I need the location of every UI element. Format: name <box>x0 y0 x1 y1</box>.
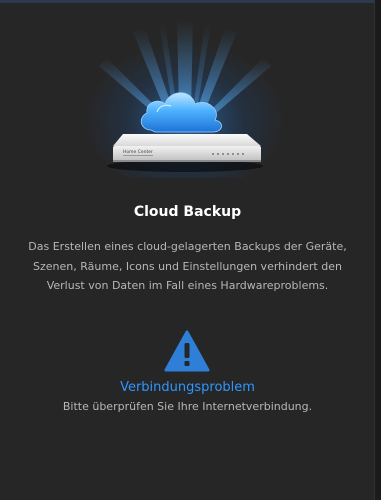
description-text: Das Erstellen eines cloud-gelagerten Bac… <box>28 240 347 292</box>
warning-triangle-icon <box>164 330 210 372</box>
panel-edge-divider <box>374 0 381 500</box>
cloud-backup-illustration: Home Center <box>85 20 285 178</box>
connection-problem-heading: Verbindungsproblem <box>120 380 255 395</box>
home-center-logo: Home Center <box>123 149 153 156</box>
page-title: Cloud Backup <box>133 204 242 220</box>
connection-hint-text: Bitte überprüfen Sie Ihre Internetverbin… <box>62 400 313 413</box>
svg-text:Home Center: Home Center <box>123 149 153 155</box>
